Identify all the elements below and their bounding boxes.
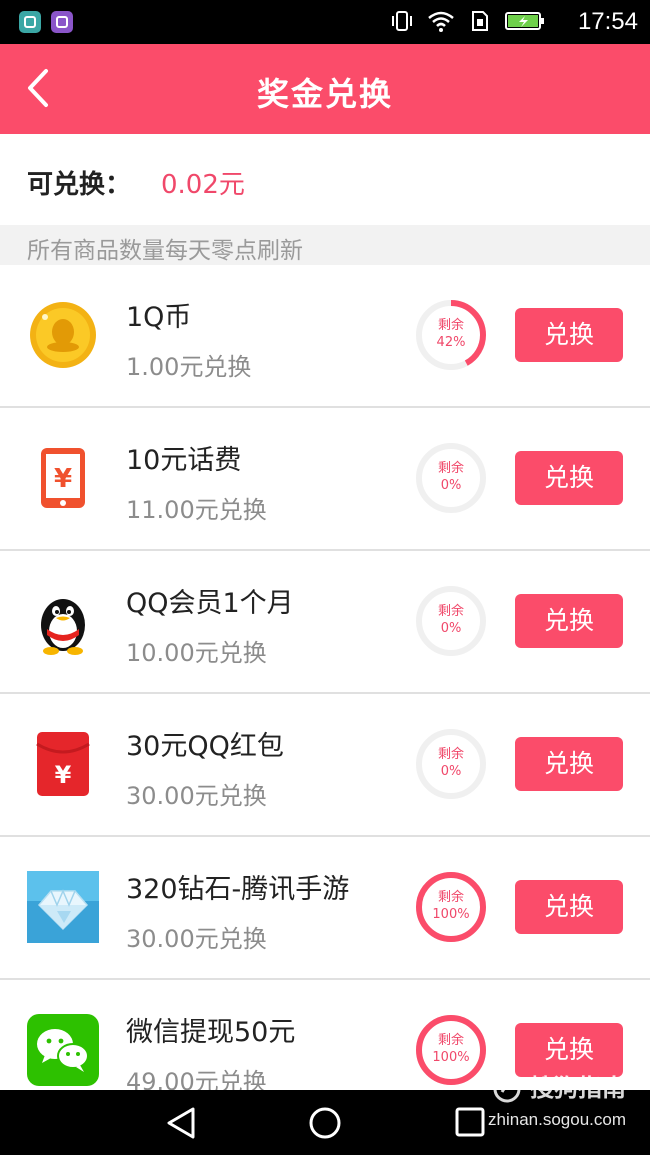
- remaining-percent: 0%: [440, 764, 462, 779]
- status-bar: 17:54: [0, 0, 650, 44]
- phone-credit-icon: ¥: [41, 448, 85, 508]
- remaining-ring: 剩余 100%: [414, 870, 488, 944]
- remaining-percent: 100%: [432, 1050, 470, 1065]
- remaining-ring: 剩余 0%: [414, 441, 488, 515]
- item-price: 30.00元兑换: [126, 782, 267, 810]
- exchange-button[interactable]: 兑换: [515, 594, 623, 648]
- item-name: 10元话费: [126, 445, 242, 476]
- remaining-percent: 0%: [440, 478, 462, 493]
- red-envelope-icon: ¥: [36, 732, 90, 796]
- list-item: QQ会员1个月 10.00元兑换 剩余 0% 兑换: [0, 551, 650, 694]
- clock: 17:54: [577, 8, 638, 35]
- list-item: 1Q币 1.00元兑换 剩余 42% 兑换: [0, 265, 650, 408]
- gallery-app-icon: [51, 11, 73, 33]
- remaining-label: 剩余: [437, 1033, 464, 1048]
- remaining-label: 剩余: [437, 604, 464, 619]
- remaining-ring: 剩余 100%: [414, 1013, 488, 1087]
- sogou-watermark: 搜狗指南: [492, 1068, 626, 1104]
- item-name: 30元QQ红包: [126, 731, 284, 762]
- item-name: 1Q币: [126, 302, 192, 333]
- wifi-icon: [428, 11, 454, 32]
- svg-text:¥: ¥: [54, 464, 72, 494]
- diamond-icon: [27, 871, 99, 943]
- watermark-url: zhinan.sogou.com: [488, 1110, 626, 1129]
- app-header: 奖金兑换: [0, 44, 650, 134]
- exchange-button[interactable]: 兑换: [515, 451, 623, 505]
- home-circle-icon[interactable]: [308, 1106, 342, 1140]
- android-app-icon: [19, 11, 41, 33]
- list-item: 320钻石-腾讯手游 30.00元兑换 剩余 100% 兑换: [0, 837, 650, 980]
- exchange-button[interactable]: 兑换: [515, 308, 623, 362]
- remaining-ring: 剩余 42%: [414, 298, 488, 372]
- remaining-ring: 剩余 0%: [414, 727, 488, 801]
- item-name: QQ会员1个月: [126, 588, 294, 619]
- balance-value: 0.02元: [161, 170, 245, 200]
- wechat-icon: [27, 1014, 99, 1086]
- recents-square-icon[interactable]: [455, 1107, 485, 1137]
- sim-icon: [472, 11, 488, 31]
- item-price: 49.00元兑换: [126, 1068, 267, 1090]
- sogou-logo-icon: [493, 1075, 521, 1103]
- page-title: 奖金兑换: [256, 75, 393, 113]
- balance-row: 可兑换： 0.02元: [0, 134, 650, 225]
- exchange-button[interactable]: 兑换: [515, 880, 623, 934]
- refresh-notice-text: 所有商品数量每天零点刷新: [27, 238, 303, 264]
- list-item: ¥ 30元QQ红包 30.00元兑换 剩余 0% 兑换: [0, 694, 650, 837]
- refresh-notice: 所有商品数量每天零点刷新: [0, 225, 650, 265]
- qq-penguin-icon: [41, 599, 85, 655]
- svg-text:¥: ¥: [55, 761, 72, 789]
- balance-label: 可兑换：: [27, 170, 132, 200]
- item-price: 10.00元兑换: [126, 639, 267, 667]
- remaining-label: 剩余: [437, 747, 464, 762]
- watermark-text: 搜狗指南: [530, 1074, 626, 1102]
- list-item: ¥ 10元话费 11.00元兑换 剩余 0% 兑换: [0, 408, 650, 551]
- item-name: 320钻石-腾讯手游: [126, 874, 350, 905]
- remaining-label: 剩余: [437, 890, 464, 905]
- battery-icon: [505, 12, 544, 30]
- q-coin-icon: [30, 302, 96, 368]
- remaining-label: 剩余: [437, 461, 464, 476]
- item-name: 微信提现50元: [126, 1017, 296, 1048]
- vibrate-icon: [392, 11, 412, 31]
- remaining-ring: 剩余 0%: [414, 584, 488, 658]
- remaining-percent: 42%: [436, 335, 466, 350]
- item-price: 11.00元兑换: [126, 496, 267, 524]
- remaining-percent: 0%: [440, 621, 462, 636]
- remaining-label: 剩余: [437, 318, 464, 333]
- back-triangle-icon[interactable]: [165, 1106, 197, 1140]
- item-price: 30.00元兑换: [126, 925, 267, 953]
- exchange-button[interactable]: 兑换: [515, 737, 623, 791]
- remaining-percent: 100%: [432, 907, 470, 922]
- reward-list[interactable]: 1Q币 1.00元兑换 剩余 42% 兑换 ¥ 10元话费 11.00元兑换 剩余…: [0, 265, 650, 1090]
- item-price: 1.00元兑换: [126, 353, 252, 381]
